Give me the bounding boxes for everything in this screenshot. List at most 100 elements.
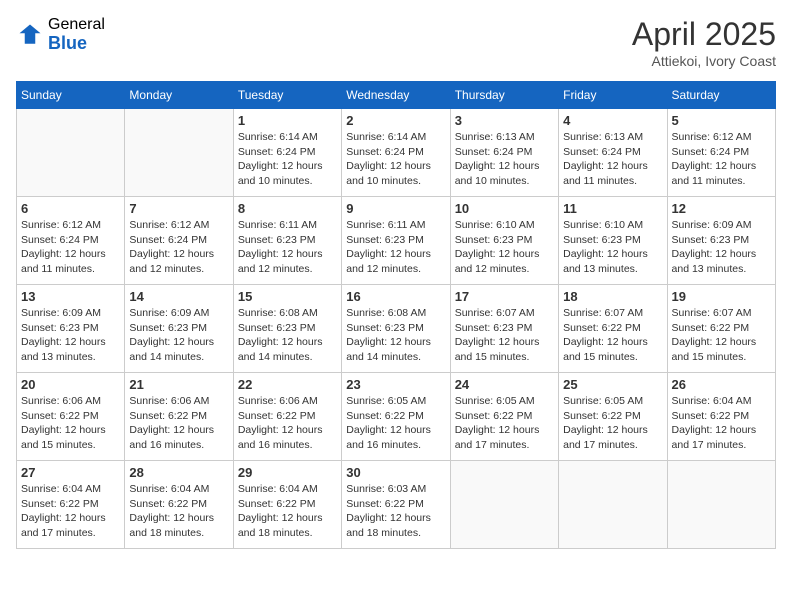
day-info-line: Sunrise: 6:06 AM bbox=[21, 395, 101, 407]
calendar-cell: 27 Sunrise: 6:04 AMSunset: 6:22 PMDayligh… bbox=[17, 461, 125, 549]
day-info-line: Daylight: 12 hours and 12 minutes. bbox=[455, 248, 540, 275]
day-info: Sunrise: 6:12 AMSunset: 6:24 PMDaylight:… bbox=[129, 218, 228, 277]
day-info-line: Daylight: 12 hours and 17 minutes. bbox=[21, 512, 106, 539]
day-number: 6 bbox=[21, 201, 120, 216]
day-info-line: Sunrise: 6:11 AM bbox=[346, 219, 425, 231]
day-info-line: Daylight: 12 hours and 13 minutes. bbox=[21, 336, 106, 363]
logo: General Blue bbox=[16, 16, 105, 53]
day-info-line: Daylight: 12 hours and 15 minutes. bbox=[455, 336, 540, 363]
day-info-line: Sunset: 6:22 PM bbox=[21, 498, 99, 510]
day-info-line: Daylight: 12 hours and 16 minutes. bbox=[238, 424, 323, 451]
day-info-line: Daylight: 12 hours and 17 minutes. bbox=[563, 424, 648, 451]
day-info-line: Sunrise: 6:05 AM bbox=[346, 395, 426, 407]
day-number: 9 bbox=[346, 201, 445, 216]
day-header-tuesday: Tuesday bbox=[233, 82, 341, 109]
day-info-line: Sunrise: 6:04 AM bbox=[129, 483, 209, 495]
day-number: 4 bbox=[563, 113, 662, 128]
day-info: Sunrise: 6:11 AM Sunset: 6:23 PM Daylight:… bbox=[238, 218, 337, 277]
day-info-line: Daylight: 12 hours and 10 minutes. bbox=[238, 160, 323, 187]
logo-text: General Blue bbox=[48, 16, 105, 53]
calendar-cell: 17Sunrise: 6:07 AMSunset: 6:23 PMDayligh… bbox=[450, 285, 558, 373]
day-info-line: Daylight: 12 hours and 14 minutes. bbox=[346, 336, 431, 363]
day-info-line: Sunrise: 6:06 AM bbox=[238, 395, 318, 407]
day-number: 20 bbox=[21, 377, 120, 392]
day-info-line: Sunrise: 6:11 AM bbox=[238, 219, 317, 231]
day-info: Sunrise: 6:11 AM Sunset: 6:23 PM Daylight:… bbox=[346, 218, 445, 277]
calendar-cell: 16Sunrise: 6:08 AMSunset: 6:23 PMDayligh… bbox=[342, 285, 450, 373]
day-info: Sunrise: 6:06 AM Sunset: 6:22 PM Daylight:… bbox=[21, 394, 120, 453]
calendar-cell: 19Sunrise: 6:07 AMSunset: 6:22 PMDayligh… bbox=[667, 285, 775, 373]
calendar-week-row: 13Sunrise: 6:09 AMSunset: 6:23 PMDayligh… bbox=[17, 285, 776, 373]
calendar-cell bbox=[667, 461, 775, 549]
day-info-line: Sunset: 6:22 PM bbox=[238, 498, 316, 510]
calendar-week-row: 20 Sunrise: 6:06 AM Sunset: 6:22 PM Dayligh… bbox=[17, 373, 776, 461]
day-number: 3 bbox=[455, 113, 554, 128]
day-info: Sunrise: 6:10 AMSunset: 6:23 PMDaylight:… bbox=[563, 218, 662, 277]
day-info-line: Sunset: 6:22 PM bbox=[346, 498, 424, 510]
day-info-line: Sunset: 6:22 PM bbox=[672, 322, 750, 334]
calendar-cell: 26Sunrise: 6:04 AMSunset: 6:22 PMDayligh… bbox=[667, 373, 775, 461]
calendar-table: SundayMondayTuesdayWednesdayThursdayFrid… bbox=[16, 81, 776, 549]
day-info-line: Daylight: 12 hours and 10 minutes. bbox=[455, 160, 540, 187]
day-info-line: Sunrise: 6:13 AM bbox=[455, 131, 535, 143]
day-info-line: Daylight: 12 hours and 12 minutes. bbox=[346, 248, 431, 275]
calendar-cell: 10Sunrise: 6:10 AMSunset: 6:23 PMDayligh… bbox=[450, 197, 558, 285]
day-info-line: Sunset: 6:22 PM bbox=[129, 410, 207, 422]
day-info: Sunrise: 6:14 AMSunset: 6:24 PMDaylight:… bbox=[346, 130, 445, 189]
day-number: 27 bbox=[21, 465, 120, 480]
day-info-line: Sunset: 6:23 PM bbox=[346, 234, 424, 246]
day-info: Sunrise: 6:13 AMSunset: 6:24 PMDaylight:… bbox=[563, 130, 662, 189]
day-number: 30 bbox=[346, 465, 445, 480]
day-info: Sunrise: 6:09 AMSunset: 6:23 PMDaylight:… bbox=[129, 306, 228, 365]
day-info: Sunrise: 6:05 AM Sunset: 6:22 PM Daylight:… bbox=[563, 394, 662, 453]
day-info-line: Sunset: 6:24 PM bbox=[238, 146, 316, 158]
day-number: 10 bbox=[455, 201, 554, 216]
day-number: 18 bbox=[563, 289, 662, 304]
page-header: General Blue April 2025 Attiekoi, Ivory … bbox=[16, 16, 776, 69]
calendar-header-row: SundayMondayTuesdayWednesdayThursdayFrid… bbox=[17, 82, 776, 109]
day-info: Sunrise: 6:04 AMSunset: 6:22 PMDaylight:… bbox=[672, 394, 771, 453]
calendar-cell: 1Sunrise: 6:14 AMSunset: 6:24 PMDaylight… bbox=[233, 109, 341, 197]
day-info-line: Sunset: 6:24 PM bbox=[672, 146, 750, 158]
day-info-line: Sunset: 6:22 PM bbox=[563, 410, 641, 422]
day-info-line: Sunset: 6:23 PM bbox=[672, 234, 750, 246]
calendar-cell: 6Sunrise: 6:12 AMSunset: 6:24 PMDaylight… bbox=[17, 197, 125, 285]
day-info: Sunrise: 6:04 AMSunset: 6:22 PMDaylight:… bbox=[21, 482, 120, 541]
day-number: 28 bbox=[129, 465, 228, 480]
calendar-cell: 28Sunrise: 6:04 AMSunset: 6:22 PMDayligh… bbox=[125, 461, 233, 549]
day-info-line: Sunrise: 6:07 AM bbox=[563, 307, 643, 319]
day-number: 21 bbox=[129, 377, 228, 392]
day-number: 12 bbox=[672, 201, 771, 216]
calendar-cell: 5Sunrise: 6:12 AMSunset: 6:24 PMDaylight… bbox=[667, 109, 775, 197]
day-info-line: Sunrise: 6:12 AM bbox=[21, 219, 101, 231]
day-info-line: Sunset: 6:22 PM bbox=[21, 410, 99, 422]
day-info-line: Sunset: 6:24 PM bbox=[21, 234, 99, 246]
day-info-line: Daylight: 12 hours and 15 minutes. bbox=[21, 424, 106, 451]
day-info-line: Sunrise: 6:04 AM bbox=[238, 483, 318, 495]
day-info-line: Daylight: 12 hours and 18 minutes. bbox=[238, 512, 323, 539]
day-info-line: Daylight: 12 hours and 15 minutes. bbox=[563, 336, 648, 363]
day-info-line: Sunrise: 6:07 AM bbox=[455, 307, 535, 319]
day-info-line: Sunset: 6:24 PM bbox=[129, 234, 207, 246]
day-info-line: Daylight: 12 hours and 16 minutes. bbox=[129, 424, 214, 451]
day-info-line: Sunrise: 6:07 AM bbox=[672, 307, 752, 319]
day-info-line: Daylight: 12 hours and 12 minutes. bbox=[238, 248, 323, 275]
day-info: Sunrise: 6:04 AM Sunset: 6:22 PM Daylight:… bbox=[238, 482, 337, 541]
day-info-line: Sunset: 6:23 PM bbox=[238, 322, 316, 334]
day-info-line: Sunrise: 6:05 AM bbox=[563, 395, 643, 407]
day-info-line: Daylight: 12 hours and 17 minutes. bbox=[672, 424, 757, 451]
day-info-line: Sunset: 6:24 PM bbox=[563, 146, 641, 158]
calendar-location: Attiekoi, Ivory Coast bbox=[632, 53, 776, 69]
day-info-line: Sunset: 6:23 PM bbox=[129, 322, 207, 334]
day-number: 15 bbox=[238, 289, 337, 304]
calendar-week-row: 6Sunrise: 6:12 AMSunset: 6:24 PMDaylight… bbox=[17, 197, 776, 285]
calendar-cell: 9 Sunrise: 6:11 AM Sunset: 6:23 PM Daylight… bbox=[342, 197, 450, 285]
calendar-cell: 18Sunrise: 6:07 AMSunset: 6:22 PMDayligh… bbox=[559, 285, 667, 373]
day-info-line: Daylight: 12 hours and 15 minutes. bbox=[672, 336, 757, 363]
day-info-line: Sunset: 6:23 PM bbox=[563, 234, 641, 246]
day-number: 14 bbox=[129, 289, 228, 304]
day-number: 7 bbox=[129, 201, 228, 216]
day-info-line: Sunset: 6:23 PM bbox=[238, 234, 316, 246]
day-info-line: Sunset: 6:23 PM bbox=[346, 322, 424, 334]
day-number: 17 bbox=[455, 289, 554, 304]
